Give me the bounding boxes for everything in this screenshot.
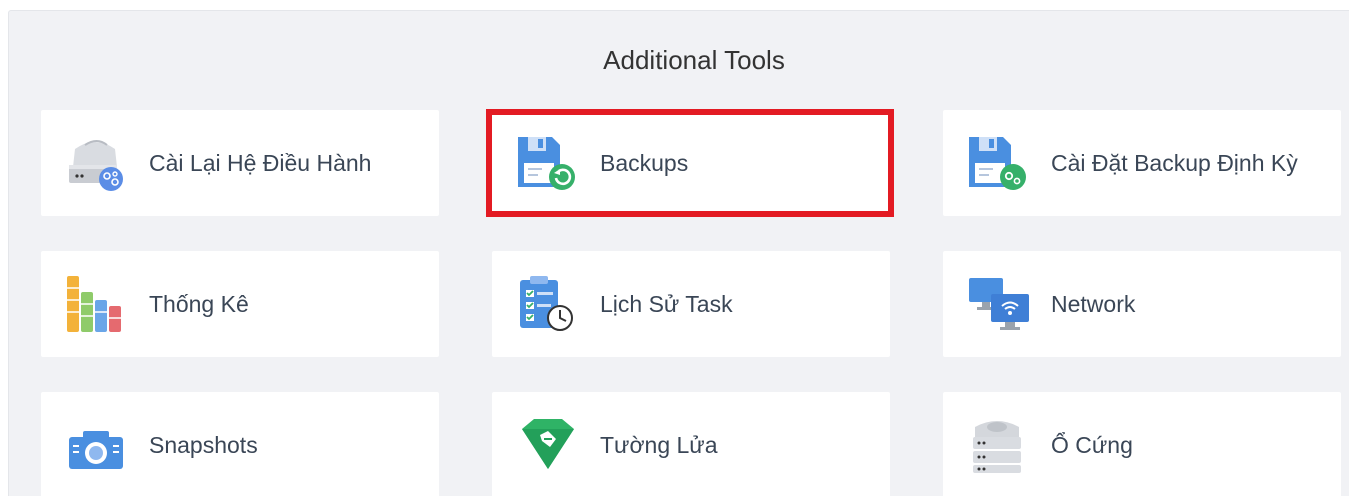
reinstall-os-icon [67,135,129,191]
panel-title: Additional Tools [603,45,785,75]
firewall-icon [518,417,580,473]
tool-label: Snapshots [149,432,258,458]
tool-label: Network [1051,291,1136,317]
tool-label: Thống Kê [149,291,249,317]
tool-firewall[interactable]: Tường Lửa [492,392,890,496]
tool-label: Cài Đặt Backup Định Kỳ [1051,150,1298,176]
task-history-icon [518,276,580,332]
network-icon [969,276,1031,332]
tool-backups[interactable]: Backups [492,110,890,216]
tool-label: Backups [600,150,689,176]
tool-statistics[interactable]: Thống Kê [41,251,439,357]
tool-disk[interactable]: Ổ Cứng [943,392,1341,496]
tool-network[interactable]: Network [943,251,1341,357]
disk-icon [969,417,1031,473]
snapshot-icon [67,417,129,473]
tool-label: Ổ Cứng [1051,432,1133,458]
tool-reinstall-os[interactable]: Cài Lại Hệ Điều Hành [41,110,439,216]
tool-label: Cài Lại Hệ Điều Hành [149,150,372,176]
backup-icon [518,135,580,191]
scheduled-backup-icon [969,135,1031,191]
statistics-icon [67,276,129,332]
tool-label: Tường Lửa [600,432,718,458]
tool-label: Lịch Sử Task [600,291,733,317]
tool-snapshots[interactable]: Snapshots [41,392,439,496]
tool-scheduled-backup[interactable]: Cài Đặt Backup Định Kỳ [943,110,1341,216]
tool-task-history[interactable]: Lịch Sử Task [492,251,890,357]
